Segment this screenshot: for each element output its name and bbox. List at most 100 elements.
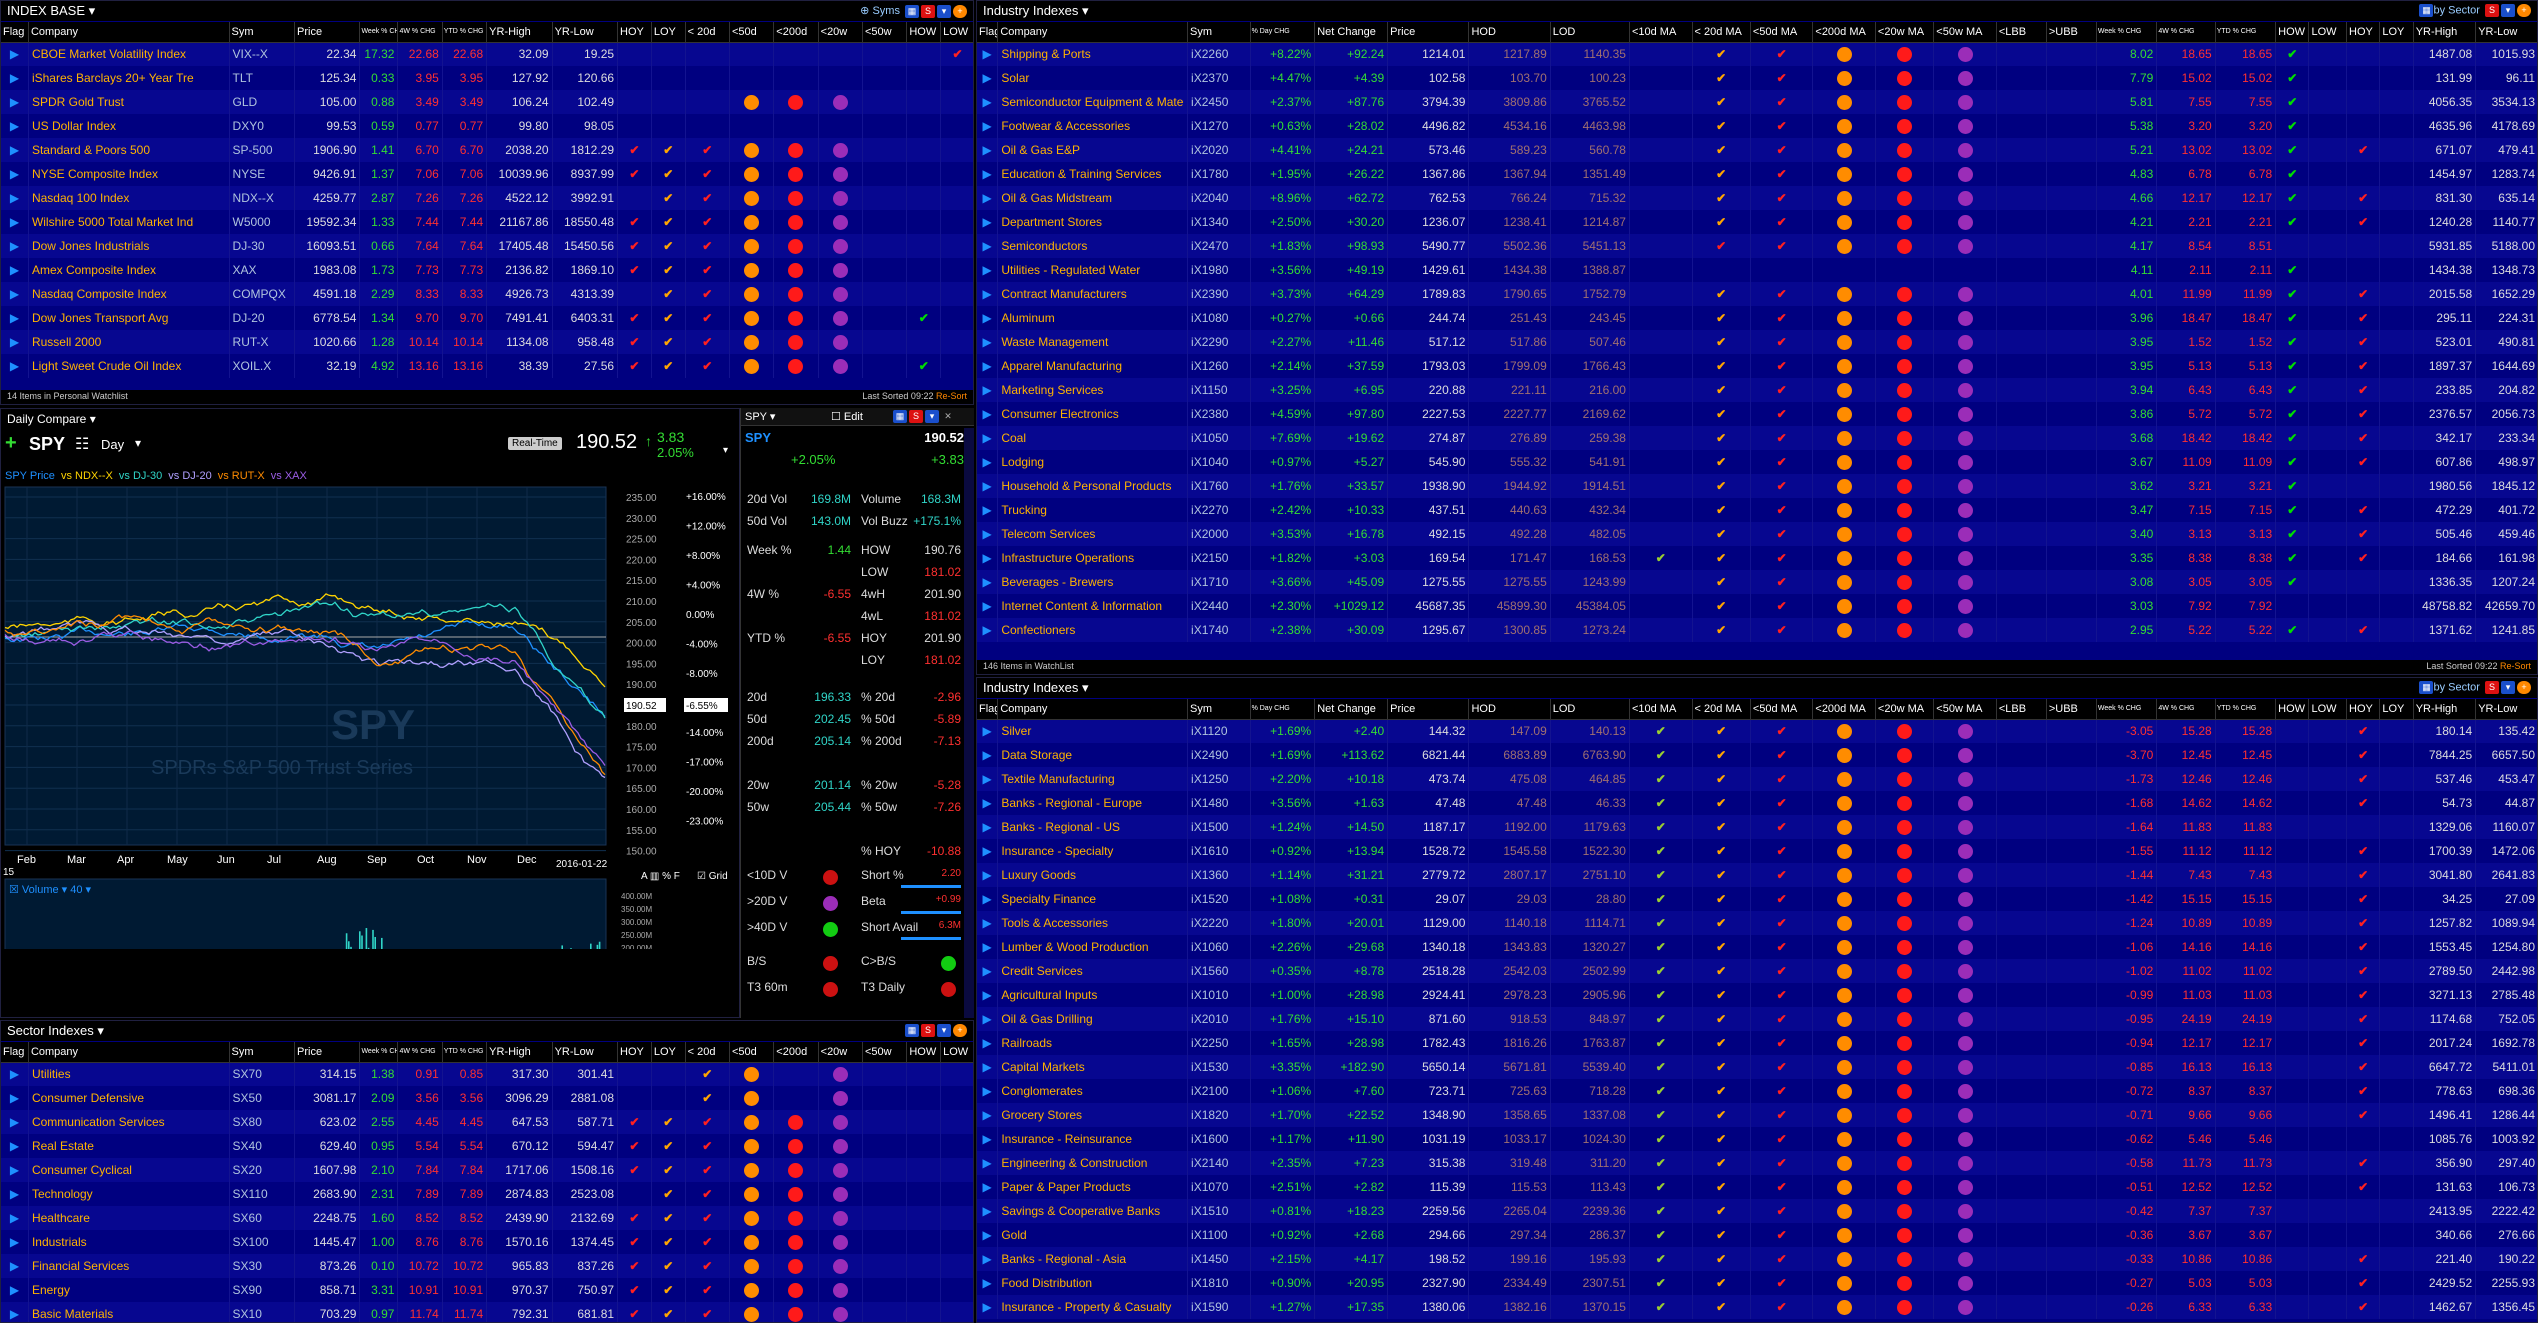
column-header[interactable]: <LBB: [1996, 22, 2047, 43]
column-header[interactable]: % Day CHG: [1250, 699, 1316, 720]
chevron-down-icon[interactable]: ▾: [97, 1023, 104, 1038]
table-row[interactable]: ▶ Specialty Finance iX1520 +1.08% +0.31 29.07…: [977, 887, 2537, 911]
column-header[interactable]: 4W % CHG: [397, 22, 443, 43]
grid-icon[interactable]: ▦: [905, 4, 919, 18]
table-row[interactable]: ▶ Consumer Defensive SX50 3081.17 2.09 3.56 3.…: [1, 1086, 973, 1110]
table-row[interactable]: ▶ Dow Jones Transport Avg DJ-20 6778.54 1.34…: [1, 306, 973, 330]
settings-icon[interactable]: S: [921, 4, 935, 18]
table-row[interactable]: ▶ Healthcare SX60 2248.75 1.60 8.52 8.52 2439.9…: [1, 1206, 973, 1230]
table-row[interactable]: ▶ Footwear & Accessories iX1270 +0.63% +28.0…: [977, 114, 2537, 138]
table-row[interactable]: ▶ Credit Services iX1560 +0.35% +8.78 2518.28…: [977, 959, 2537, 983]
table-row[interactable]: ▶ Marketing Services iX1150 +3.25% +6.95 220.…: [977, 378, 2537, 402]
table-row[interactable]: ▶ Communication Services SX80 623.02 2.55 4.4…: [1, 1110, 973, 1134]
table-row[interactable]: ▶ Energy SX90 858.71 3.31 10.91 10.91 970.37 750…: [1, 1278, 973, 1302]
table-row[interactable]: ▶ Education & Training Services iX1780 +1.9…: [977, 162, 2537, 186]
table-row[interactable]: ▶ Semiconductor Equipment & Mate iX2450 +2.…: [977, 90, 2537, 114]
column-header[interactable]: 4W % CHG: [2156, 22, 2216, 43]
add-icon[interactable]: +: [953, 1024, 967, 1037]
column-header[interactable]: HOY: [617, 1042, 652, 1063]
column-header[interactable]: HOW: [2275, 22, 2310, 43]
column-header[interactable]: <50d MA: [1750, 699, 1814, 720]
column-header[interactable]: Net Change: [1314, 699, 1389, 720]
menu-icon[interactable]: ▾: [2501, 4, 2515, 17]
table-row[interactable]: ▶ Waste Management iX2290 +2.27% +11.46 517.1…: [977, 330, 2537, 354]
column-header[interactable]: YR-Low: [2475, 22, 2537, 43]
table-row[interactable]: ▶ Oil & Gas Drilling iX2010 +1.76% +15.10 871…: [977, 1007, 2537, 1031]
column-header[interactable]: Flag: [1, 22, 29, 43]
table-row[interactable]: ▶ Confectioners iX1740 +2.38% +30.09 1295.67 1…: [977, 618, 2537, 642]
table-row[interactable]: ▶ iShares Barclays 20+ Year Tre TLT 125.34 0…: [1, 66, 973, 90]
table-row[interactable]: ▶ Tools & Accessories iX2220 +1.80% +20.01 11…: [977, 911, 2537, 935]
grid-icon[interactable]: ▦: [2419, 4, 2434, 17]
index-base-title[interactable]: INDEX BASE: [7, 3, 85, 18]
resort-link[interactable]: Re-Sort: [2500, 661, 2531, 671]
column-header[interactable]: HOD: [1468, 22, 1551, 43]
table-row[interactable]: ▶ Nasdaq Composite Index COMPQX 4591.18 2.29…: [1, 282, 973, 306]
menu-icon[interactable]: ▾: [937, 4, 951, 18]
by-sector-label[interactable]: by Sector: [2433, 4, 2479, 16]
table-row[interactable]: ▶ Banks - Regional - US iX1500 +1.24% +14.50…: [977, 815, 2537, 839]
column-header[interactable]: YTD % CHG: [442, 22, 488, 43]
table-row[interactable]: ▶ Food Distribution iX1810 +0.90% +20.95 2327…: [977, 1271, 2537, 1295]
menu-icon[interactable]: ▾: [2501, 681, 2515, 694]
column-header[interactable]: YR-High: [486, 22, 553, 43]
column-header[interactable]: <200d MA: [1812, 22, 1876, 43]
column-header[interactable]: Week % CHG: [359, 1042, 399, 1063]
column-header[interactable]: Sym: [1187, 22, 1251, 43]
column-header[interactable]: 4W % CHG: [2156, 699, 2216, 720]
table-row[interactable]: ▶ Apparel Manufacturing iX1260 +2.14% +37.59…: [977, 354, 2537, 378]
column-header[interactable]: LOY: [651, 1042, 686, 1063]
table-row[interactable]: ▶ Consumer Electronics iX2380 +4.59% +97.80 2…: [977, 402, 2537, 426]
add-icon[interactable]: +: [2517, 681, 2531, 694]
column-header[interactable]: HOD: [1468, 699, 1551, 720]
table-row[interactable]: ▶ Beverages - Brewers iX1710 +3.66% +45.09 12…: [977, 570, 2537, 594]
column-header[interactable]: HOW: [2275, 699, 2310, 720]
column-header[interactable]: LOW: [2308, 22, 2347, 43]
price-chart[interactable]: 235.00230.00225.00220.00215.00210.00205.…: [1, 409, 740, 949]
table-row[interactable]: ▶ Lumber & Wood Production iX1060 +2.26% +29…: [977, 935, 2537, 959]
column-header[interactable]: <20w MA: [1875, 22, 1935, 43]
chevron-down-icon[interactable]: ▾: [89, 3, 96, 18]
column-header[interactable]: < 20d: [685, 1042, 730, 1063]
table-row[interactable]: ▶ Contract Manufacturers iX2390 +3.73% +64.2…: [977, 282, 2537, 306]
column-header[interactable]: <10d MA: [1629, 22, 1693, 43]
column-header[interactable]: Sym: [1187, 699, 1251, 720]
chevron-down-icon[interactable]: ▾: [1082, 680, 1089, 695]
column-header[interactable]: % Day CHG: [1250, 22, 1316, 43]
column-header[interactable]: Flag: [1, 1042, 29, 1063]
settings-icon[interactable]: S: [909, 410, 923, 424]
table-row[interactable]: ▶ Shipping & Ports iX2260 +8.22% +92.24 1214.…: [977, 42, 2537, 66]
settings-icon[interactable]: S: [921, 1024, 935, 1037]
close-icon[interactable]: ✕: [941, 410, 955, 423]
column-header[interactable]: <50d: [729, 1042, 775, 1063]
column-header[interactable]: LOY: [2379, 22, 2414, 43]
table-row[interactable]: ▶ Conglomerates iX2100 +1.06% +7.60 723.71 725…: [977, 1079, 2537, 1103]
table-row[interactable]: ▶ Trucking iX2270 +2.42% +10.33 437.51 440.63 4…: [977, 498, 2537, 522]
settings-icon[interactable]: S: [2485, 681, 2499, 694]
table-row[interactable]: ▶ CBOE Market Volatility Index VIX--X 22.34…: [1, 42, 973, 66]
column-header[interactable]: YR-High: [2413, 699, 2477, 720]
table-row[interactable]: ▶ Luxury Goods iX1360 +1.14% +31.21 2779.72 28…: [977, 863, 2537, 887]
table-row[interactable]: ▶ Banks - Regional - Asia iX1450 +2.15% +4.1…: [977, 1247, 2537, 1271]
table-row[interactable]: ▶ Oil & Gas Midstream iX2040 +8.96% +62.72 76…: [977, 186, 2537, 210]
column-header[interactable]: <200d MA: [1812, 699, 1876, 720]
column-header[interactable]: Price: [294, 1042, 361, 1063]
edit-button[interactable]: ☐ Edit: [831, 410, 863, 423]
column-header[interactable]: Week % CHG: [2096, 699, 2158, 720]
column-header[interactable]: YTD % CHG: [2215, 699, 2277, 720]
table-row[interactable]: ▶ Utilities SX70 314.15 1.38 0.91 0.85 317.30 30…: [1, 1062, 973, 1086]
column-header[interactable]: <LBB: [1996, 699, 2047, 720]
column-header[interactable]: YR-High: [486, 1042, 553, 1063]
table-row[interactable]: ▶ Utilities - Regulated Water iX1980 +3.56%…: [977, 258, 2537, 282]
table-row[interactable]: ▶ Household & Personal Products iX1760 +1.7…: [977, 474, 2537, 498]
table-row[interactable]: ▶ Capital Markets iX1530 +3.35% +182.90 5650.…: [977, 1055, 2537, 1079]
table-row[interactable]: ▶ Insurance - Reinsurance iX1600 +1.17% +11.…: [977, 1127, 2537, 1151]
table-row[interactable]: ▶ Textile Manufacturing iX1250 +2.20% +10.18…: [977, 767, 2537, 791]
column-header[interactable]: YR-Low: [552, 22, 619, 43]
grid-icon[interactable]: ▦: [905, 1024, 919, 1037]
column-header[interactable]: >UBB: [2046, 22, 2097, 43]
column-header[interactable]: <50w MA: [1933, 699, 1997, 720]
column-header[interactable]: <50d MA: [1750, 22, 1814, 43]
column-header[interactable]: YTD % CHG: [442, 1042, 488, 1063]
menu-icon[interactable]: ▾: [937, 1024, 951, 1037]
